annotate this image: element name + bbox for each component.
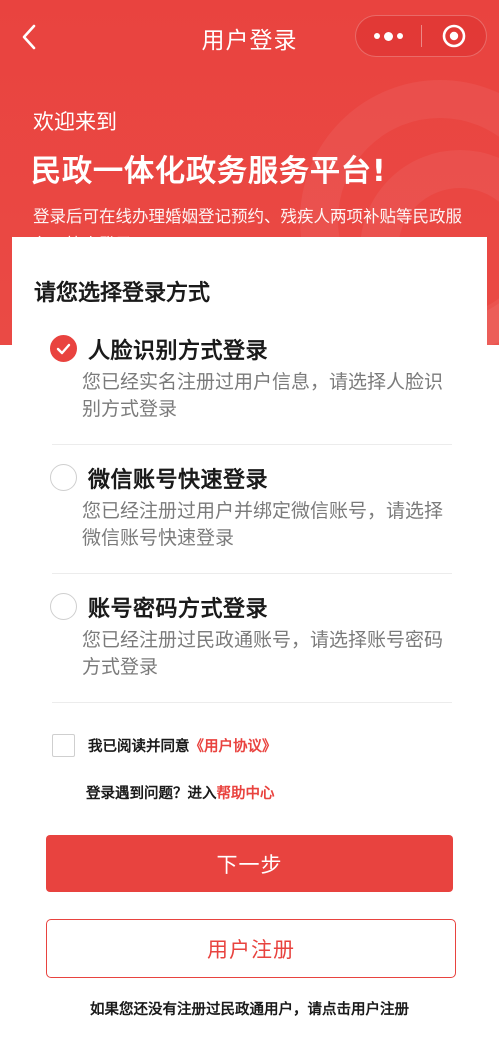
target-circle-icon — [442, 24, 466, 48]
help-center-link[interactable]: 帮助中心 — [217, 786, 275, 802]
mini-program-capsule — [355, 15, 487, 57]
option-title: 微信账号快速登录 — [88, 468, 269, 493]
radio-unchecked[interactable] — [50, 464, 77, 491]
radio-unchecked[interactable] — [50, 593, 77, 620]
radio-checked[interactable] — [50, 335, 77, 362]
login-method-title: 请您选择登录方式 — [34, 281, 211, 306]
divider — [52, 573, 452, 574]
login-card: 请您选择登录方式 人脸识别方式登录 您已经实名注册过用户信息，请选择人脸识别方式… — [12, 237, 487, 1050]
help-text: 登录遇到问题？进入 — [86, 786, 217, 802]
login-page: 用户登录 欢迎来到 民政一体化政务服务平台! 登录后可在线办理婚姻登记预约、残疾… — [0, 0, 499, 1050]
option-title: 账号密码方式登录 — [88, 597, 269, 622]
option-description: 您已经注册过民政通账号，请选择账号密码方式登录 — [82, 629, 444, 678]
option-title: 人脸识别方式登录 — [88, 339, 269, 364]
divider — [52, 444, 452, 445]
more-button[interactable] — [356, 16, 421, 56]
user-agreement-link[interactable]: 《用户协议》 — [190, 735, 277, 756]
next-step-button[interactable]: 下一步 — [46, 835, 453, 892]
option-description: 您已经实名注册过用户信息，请选择人脸识别方式登录 — [82, 371, 444, 420]
nav-bar: 用户登录 — [0, 0, 499, 75]
agreement-checkbox[interactable] — [52, 734, 75, 757]
platform-name: 民政一体化政务服务平台! — [31, 154, 387, 189]
agreement-row: 我已阅读并同意 《用户协议》 — [52, 734, 277, 757]
option-description: 您已经注册过用户并绑定微信账号，请选择微信账号快速登录 — [82, 500, 444, 549]
help-row: 登录遇到问题？进入帮助中心 — [86, 782, 275, 803]
more-dots-icon — [373, 31, 403, 41]
platform-description: 登录后可在线办理婚姻登记预约、残疾人两项补贴等民政服务，快来登录吧! — [33, 207, 462, 237]
close-mini-program-button[interactable] — [422, 16, 487, 56]
register-button[interactable]: 用户注册 — [46, 919, 456, 978]
welcome-text: 欢迎来到 — [33, 110, 117, 134]
check-icon — [56, 343, 71, 354]
register-hint: 如果您还没有注册过民政通用户，请点击用户注册 — [90, 1002, 409, 1018]
divider — [52, 702, 452, 703]
agreement-text: 我已阅读并同意 — [88, 739, 190, 755]
